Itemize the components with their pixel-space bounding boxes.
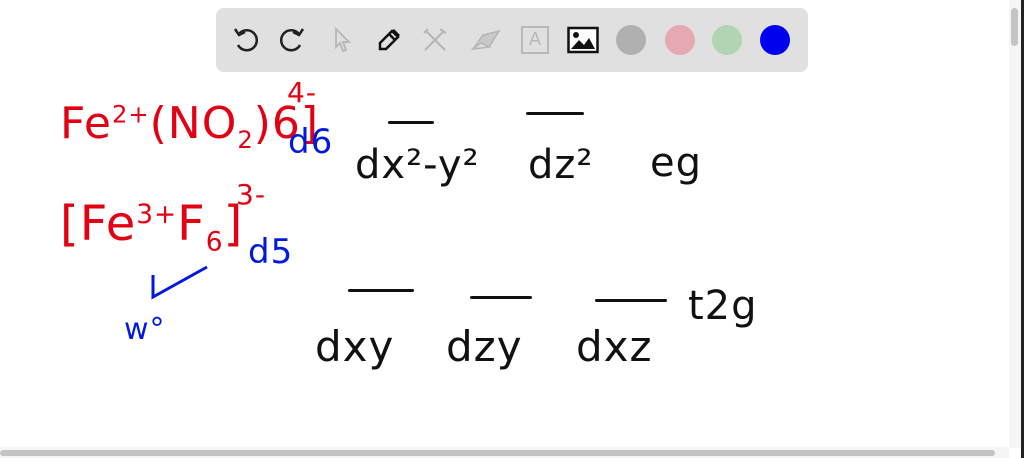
color-gray-swatch[interactable] — [616, 25, 646, 55]
orbital-dzy: dzy — [446, 322, 523, 371]
eraser-icon — [470, 29, 501, 51]
vertical-scroll-thumb[interactable] — [1011, 8, 1018, 46]
select-tool-button[interactable] — [326, 24, 358, 56]
complex1-formula: Fe2+(NO2)6] — [60, 98, 320, 154]
complex1-charge: 4- — [287, 76, 317, 109]
drawing-toolbar: A — [216, 8, 808, 72]
text-icon: A — [521, 26, 549, 54]
select-icon — [335, 26, 352, 53]
redo-icon — [279, 28, 305, 52]
image-icon — [567, 26, 599, 54]
complex2-formula: [Fe3+F6] — [60, 196, 244, 258]
blue-bracket-mark — [151, 265, 208, 300]
tools-button[interactable] — [419, 24, 451, 56]
orbital-dz2: dz² — [528, 142, 594, 188]
orbital-line-dzy — [470, 296, 532, 299]
text-tool-button[interactable]: A — [519, 24, 551, 56]
orbital-line-dx2y2 — [388, 121, 434, 124]
pen-icon — [378, 29, 400, 51]
undo-button[interactable] — [230, 24, 262, 56]
orbital-dx2-y2: dx²-y² — [355, 142, 480, 188]
d5-label: d5 — [248, 232, 294, 272]
color-blue-swatch[interactable] — [760, 25, 790, 55]
orbital-dxy: dxy — [315, 322, 395, 371]
redo-button[interactable] — [276, 24, 308, 56]
orbital-line-dxz — [595, 299, 667, 302]
undo-icon — [233, 28, 259, 52]
image-button[interactable] — [567, 24, 599, 56]
t2g-label: t2g — [688, 283, 758, 329]
tools-icon — [423, 28, 447, 51]
horizontal-scroll-thumb[interactable] — [0, 450, 995, 456]
horizontal-scrollbar[interactable] — [0, 447, 1009, 458]
d6-label: d6 — [288, 122, 334, 162]
w-label: w° — [124, 312, 166, 347]
orbital-line-dz2 — [526, 112, 584, 115]
complex2-charge: 3- — [236, 178, 266, 211]
orbital-dxz: dxz — [576, 322, 653, 371]
eraser-button[interactable] — [469, 24, 501, 56]
orbital-line-dxy — [348, 289, 414, 292]
eg-label: eg — [650, 140, 702, 186]
color-green-swatch[interactable] — [712, 25, 742, 55]
vertical-scrollbar[interactable] — [1009, 0, 1021, 448]
color-pink-swatch[interactable] — [665, 25, 695, 55]
pen-tool-button[interactable] — [373, 24, 405, 56]
